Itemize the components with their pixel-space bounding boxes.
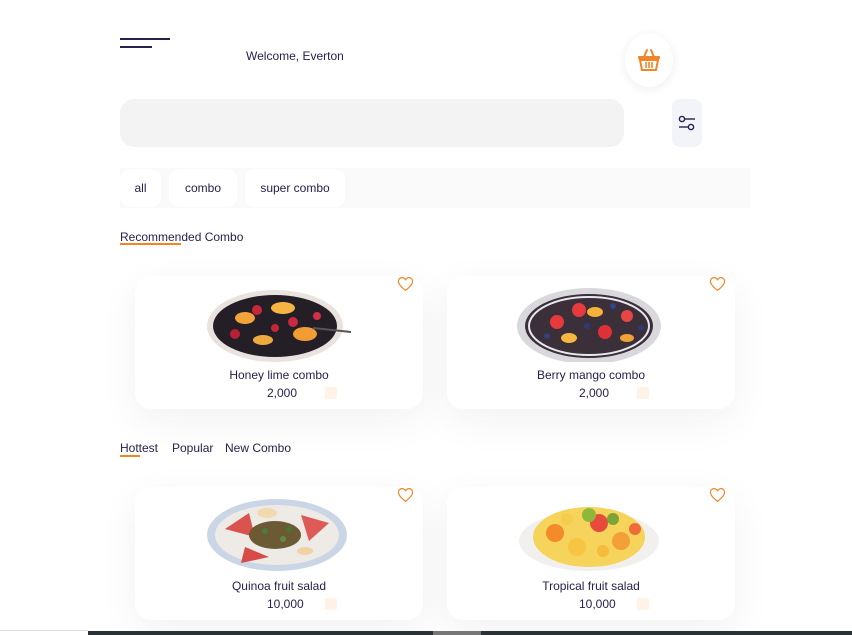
tropical-fruit-salad-image bbox=[519, 507, 659, 571]
hottest-tab-underline bbox=[120, 455, 140, 457]
product-card-berry-mango[interactable]: Berry mango combo 2,000 bbox=[447, 276, 735, 409]
product-price: 2,000 bbox=[267, 386, 298, 400]
scrollbar-thumb[interactable] bbox=[433, 631, 481, 635]
basket-button[interactable] bbox=[625, 33, 673, 87]
quinoa-fruit-salad-image bbox=[207, 499, 347, 571]
heart-icon[interactable] bbox=[397, 276, 414, 292]
tab-new-combo[interactable]: New Combo bbox=[225, 441, 291, 455]
chip-super-combo[interactable]: super combo bbox=[245, 169, 345, 207]
product-price: 10,000 bbox=[579, 597, 616, 611]
honey-lime-combo-image bbox=[207, 290, 352, 362]
add-to-basket-button[interactable] bbox=[637, 387, 649, 399]
menu-line-bottom bbox=[120, 46, 152, 48]
heart-icon[interactable] bbox=[709, 276, 726, 292]
add-to-basket-button[interactable] bbox=[325, 387, 337, 399]
chip-combo[interactable]: combo bbox=[169, 169, 237, 207]
basket-icon bbox=[638, 49, 660, 71]
heart-icon[interactable] bbox=[397, 487, 414, 503]
filter-settings-icon bbox=[678, 115, 695, 131]
filter-button[interactable] bbox=[672, 99, 702, 147]
category-chips: all combo super combo bbox=[120, 168, 750, 208]
product-name: Berry mango combo bbox=[536, 368, 646, 382]
welcome-text: Welcome, Everton bbox=[246, 49, 344, 63]
hamburger-menu-icon[interactable] bbox=[120, 37, 172, 51]
product-card-quinoa[interactable]: Quinoa fruit salad 10,000 bbox=[135, 487, 423, 620]
add-to-basket-button[interactable] bbox=[637, 598, 649, 610]
bottom-divider bbox=[0, 630, 88, 631]
search-input[interactable] bbox=[120, 99, 624, 147]
product-name: Tropical fruit salad bbox=[542, 579, 640, 593]
recommended-title: Recommended Combo bbox=[120, 230, 244, 244]
tab-popular[interactable]: Popular bbox=[172, 441, 213, 455]
product-name: Honey lime combo bbox=[229, 368, 329, 382]
product-name: Quinoa fruit salad bbox=[231, 579, 327, 593]
product-card-tropical[interactable]: Tropical fruit salad 10,000 bbox=[447, 487, 735, 620]
product-price: 10,000 bbox=[267, 597, 304, 611]
add-to-basket-button[interactable] bbox=[325, 598, 337, 610]
berry-mango-combo-image bbox=[517, 288, 661, 362]
product-card-honey-lime[interactable]: Honey lime combo 2,000 bbox=[135, 276, 423, 409]
chip-all[interactable]: all bbox=[120, 169, 161, 207]
tab-hottest[interactable]: Hottest bbox=[120, 441, 158, 455]
product-price: 2,000 bbox=[579, 386, 610, 400]
recommended-underline bbox=[120, 243, 181, 245]
menu-line-top bbox=[120, 38, 170, 40]
heart-icon[interactable] bbox=[709, 487, 726, 503]
